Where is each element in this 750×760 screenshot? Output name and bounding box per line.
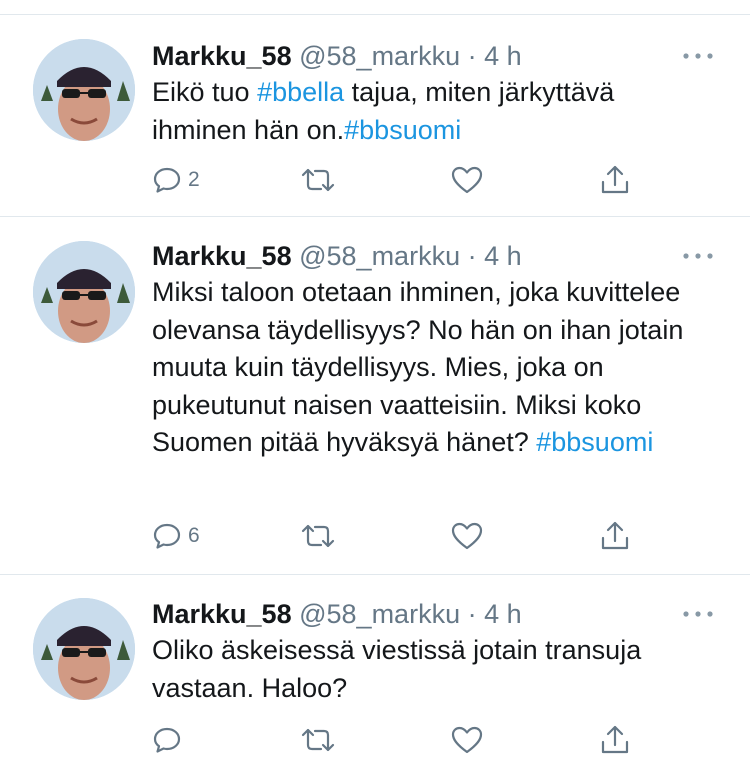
tweet-actions: 2: [152, 160, 652, 200]
reply-button[interactable]: 6: [152, 516, 200, 556]
retweet-icon: [300, 725, 336, 755]
reply-icon: [152, 165, 182, 195]
reply-button[interactable]: 2: [152, 160, 200, 200]
share-icon: [599, 520, 631, 552]
retweet-button[interactable]: [300, 516, 336, 556]
like-icon: [451, 165, 483, 195]
reply-button[interactable]: [152, 720, 188, 760]
more-icon[interactable]: [681, 46, 715, 66]
hashtag-link[interactable]: #bbsuomi: [344, 115, 461, 145]
tweet-header: Markku_58 @58_markku · 4 h: [152, 236, 522, 276]
tweet-text: Eikö tuo #bbella tajua, miten järkyttävä…: [152, 74, 712, 149]
share-button[interactable]: [599, 160, 631, 200]
timestamp[interactable]: 4 h: [484, 241, 522, 271]
hashtag-link[interactable]: #bbsuomi: [536, 427, 653, 457]
timestamp[interactable]: 4 h: [484, 599, 522, 629]
separator: ·: [467, 41, 477, 71]
retweet-button[interactable]: [300, 720, 336, 760]
display-name[interactable]: Markku_58: [152, 241, 292, 271]
tweet-actions: 6: [152, 516, 652, 556]
share-button[interactable]: [599, 516, 631, 556]
like-icon: [451, 521, 483, 551]
like-button[interactable]: [451, 516, 483, 556]
share-icon: [599, 724, 631, 756]
hashtag-link[interactable]: #bbella: [257, 77, 344, 107]
display-name[interactable]: Markku_58: [152, 599, 292, 629]
reply-icon: [152, 725, 182, 755]
retweet-button[interactable]: [300, 160, 336, 200]
user-handle[interactable]: @58_markku: [299, 241, 460, 271]
text-segment: Oliko äskeisessä viestissä jotain transu…: [152, 635, 642, 703]
reply-icon: [152, 521, 182, 551]
retweet-icon: [300, 521, 336, 551]
tweet-text: Oliko äskeisessä viestissä jotain transu…: [152, 632, 712, 707]
tweet-divider: [0, 574, 750, 575]
separator: ·: [467, 241, 477, 271]
reply-count: 6: [188, 524, 200, 547]
tweet-divider: [0, 216, 750, 217]
like-button[interactable]: [451, 720, 483, 760]
tweet-actions: [152, 720, 652, 760]
like-button[interactable]: [451, 160, 483, 200]
user-handle[interactable]: @58_markku: [299, 599, 460, 629]
avatar[interactable]: [33, 598, 135, 700]
tweet-text: Miksi taloon otetaan ihminen, joka kuvit…: [152, 274, 712, 462]
share-button[interactable]: [599, 720, 631, 760]
retweet-icon: [300, 165, 336, 195]
more-icon[interactable]: [681, 604, 715, 624]
user-handle[interactable]: @58_markku: [299, 41, 460, 71]
display-name[interactable]: Markku_58: [152, 41, 292, 71]
timestamp[interactable]: 4 h: [484, 41, 522, 71]
more-icon[interactable]: [681, 246, 715, 266]
like-icon: [451, 725, 483, 755]
text-segment: Eikö tuo: [152, 77, 258, 107]
top-divider: [0, 14, 750, 15]
tweet-header: Markku_58 @58_markku · 4 h: [152, 594, 522, 634]
separator: ·: [467, 599, 477, 629]
avatar[interactable]: [33, 39, 135, 141]
share-icon: [599, 164, 631, 196]
avatar[interactable]: [33, 241, 135, 343]
tweet-header: Markku_58 @58_markku · 4 h: [152, 36, 522, 76]
reply-count: 2: [188, 168, 200, 191]
